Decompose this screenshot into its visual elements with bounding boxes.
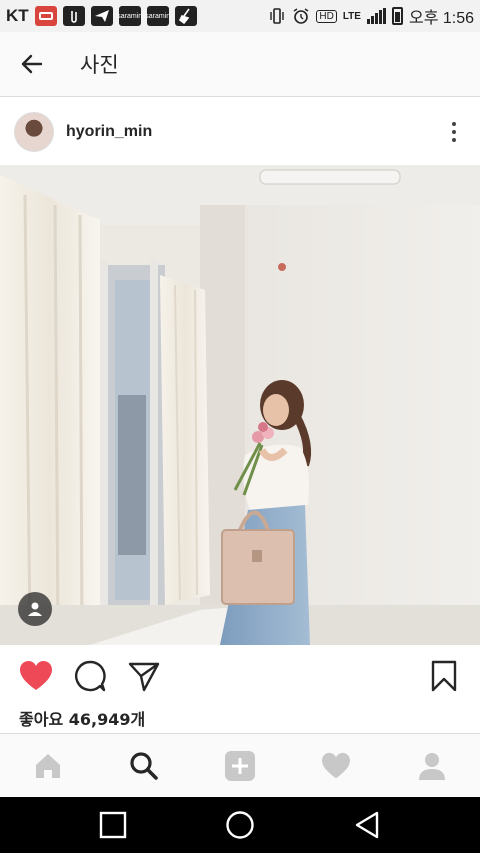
- battery-icon: [391, 7, 403, 25]
- carrier-label: KT: [6, 6, 29, 25]
- save-button[interactable]: [424, 656, 464, 696]
- saramin-label: saramin: [145, 12, 171, 20]
- home-icon: [36, 753, 60, 778]
- photo-image: [0, 165, 480, 645]
- bottom-tab-bar: [0, 733, 480, 797]
- status-bar: KT saramin saramin HD LTE 오후 1:56: [0, 0, 480, 32]
- alarm-icon: [292, 7, 310, 25]
- back-button[interactable]: [0, 32, 64, 97]
- saramin-label: saramin: [117, 12, 143, 20]
- vibrate-icon: [268, 7, 286, 25]
- clock-label: 오후 1:56: [408, 10, 474, 27]
- more-options-button[interactable]: [442, 112, 466, 152]
- back-triangle-icon: [355, 811, 378, 839]
- heart-icon: [322, 752, 350, 778]
- add-icon: [225, 750, 255, 781]
- lte-label: LTE: [342, 10, 361, 22]
- back-nav-button[interactable]: [339, 797, 395, 853]
- send-icon: [128, 662, 160, 692]
- bookmark-icon: [431, 660, 457, 692]
- album-app-icon: [34, 6, 57, 26]
- comment-button[interactable]: [70, 656, 110, 696]
- saramin-icon: saramin: [145, 6, 171, 26]
- back-arrow-icon: [21, 54, 43, 74]
- home-circle-icon: [226, 811, 254, 839]
- status-right: HD LTE 오후 1:56: [268, 4, 474, 28]
- post-actions: [0, 645, 480, 707]
- saramin-icon: saramin: [117, 6, 143, 26]
- comment-icon: [75, 660, 106, 692]
- user-tag-icon: [28, 602, 42, 616]
- send-icon: [90, 6, 113, 26]
- user-tag-button[interactable]: [18, 592, 52, 626]
- post-header: hyorin_min: [0, 98, 480, 165]
- recents-icon: [100, 811, 127, 839]
- signal-icon: [366, 8, 386, 24]
- likes-count[interactable]: 좋아요 46,949개: [19, 706, 145, 730]
- tab-search[interactable]: [116, 738, 172, 794]
- recents-button[interactable]: [85, 797, 141, 853]
- avatar[interactable]: [14, 111, 54, 152]
- tab-profile[interactable]: [404, 738, 460, 794]
- search-icon: [130, 751, 158, 780]
- username-link[interactable]: hyorin_min: [66, 123, 152, 141]
- app-header: 사진: [0, 32, 480, 97]
- like-button[interactable]: [16, 656, 56, 696]
- profile-icon: [419, 752, 445, 780]
- share-button[interactable]: [124, 656, 164, 696]
- broom-icon: [174, 6, 197, 26]
- tab-activity[interactable]: [308, 738, 364, 794]
- post-photo[interactable]: [0, 165, 480, 645]
- tab-home[interactable]: [20, 738, 76, 794]
- system-navigation-bar: [0, 797, 480, 853]
- page-title: 사진: [80, 53, 119, 77]
- heart-filled-icon: [20, 661, 52, 690]
- home-button[interactable]: [212, 797, 268, 853]
- clip-icon: [62, 6, 85, 26]
- tab-add[interactable]: [212, 738, 268, 794]
- hd-voice-icon: HD: [316, 9, 337, 23]
